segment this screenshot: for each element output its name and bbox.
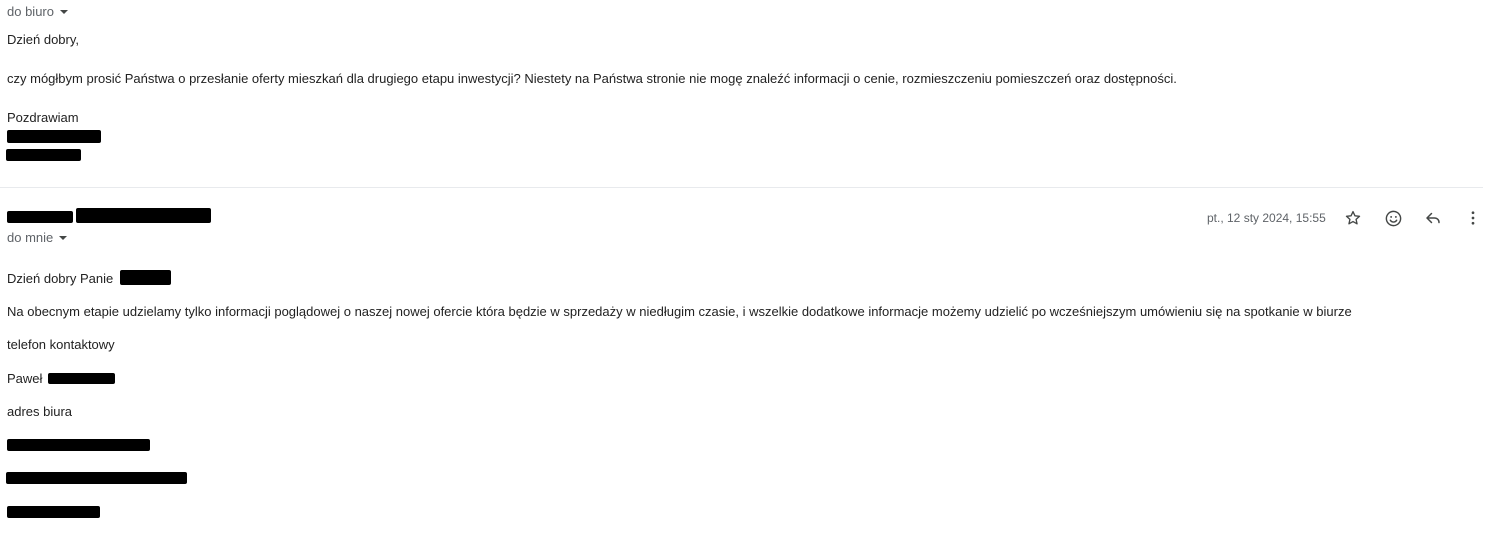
- reply-button[interactable]: [1419, 204, 1447, 232]
- address-label: adres biura: [7, 404, 73, 419]
- message1-body: czy mógłbym prosić Państwa o przesłanie …: [7, 71, 1177, 86]
- star-icon: [1345, 210, 1361, 225]
- redacted-signature-surname: [48, 373, 115, 384]
- more-vert-icon: [1471, 211, 1475, 225]
- message2-body: Na obecnym etapie udzielamy tylko inform…: [7, 304, 1352, 319]
- redacted-recipient-name: [120, 270, 171, 285]
- recipient-toggle-2[interactable]: do mnie: [7, 230, 68, 245]
- phone-label: telefon kontaktowy: [7, 337, 115, 352]
- redacted-sender-header-email: [76, 208, 211, 223]
- recipient-label-1: do biuro: [7, 4, 54, 19]
- message-divider: [0, 187, 1483, 188]
- redacted-address-line-1: [7, 439, 150, 451]
- redacted-address-line-2: [6, 472, 187, 484]
- reply-icon: [1426, 212, 1440, 224]
- emoji-icon: [1385, 210, 1401, 226]
- redacted-sender-header-name[interactable]: [7, 211, 73, 223]
- message2-greeting: Dzień dobry Panie: [7, 271, 114, 286]
- redacted-sender-surname: [6, 149, 81, 161]
- more-options-button[interactable]: [1459, 204, 1487, 232]
- emoji-reaction-button[interactable]: [1379, 204, 1407, 232]
- recipient-toggle-1[interactable]: do biuro: [7, 4, 68, 19]
- redacted-sender-name: [7, 130, 101, 143]
- message-date: pt., 12 sty 2024, 15:55: [1207, 211, 1326, 225]
- redacted-address-line-3: [7, 506, 100, 518]
- star-button[interactable]: [1339, 204, 1367, 232]
- message1-greeting: Dzień dobry,: [7, 32, 80, 47]
- signature-name: Paweł: [7, 371, 43, 386]
- chevron-down-icon: [59, 9, 68, 14]
- message1-closing: Pozdrawiam: [7, 110, 79, 125]
- recipient-label-2: do mnie: [7, 230, 54, 245]
- chevron-down-icon: [59, 235, 68, 240]
